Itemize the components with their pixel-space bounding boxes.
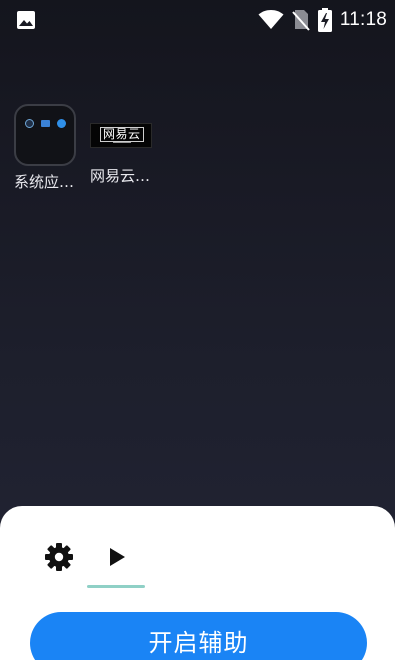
tab-play[interactable] [100, 540, 134, 574]
app-label: 系统应… [14, 173, 75, 191]
logo-underline [113, 142, 131, 143]
gear-icon [45, 543, 73, 571]
netease-cloud-icon: 网易云 [90, 123, 152, 148]
app-label: 网易云… [90, 167, 151, 185]
wifi-icon [258, 10, 284, 30]
clock-time: 11:18 [339, 9, 387, 30]
assist-bottom-panel: 开启辅助 [0, 506, 395, 660]
folder-icon [14, 104, 76, 166]
tab-settings[interactable] [42, 540, 76, 574]
no-sim-icon [292, 9, 310, 31]
app-system-folder[interactable]: 系统应… [14, 100, 86, 192]
image-notification-icon [16, 10, 36, 30]
enable-assist-button[interactable]: 开启辅助 [30, 612, 367, 660]
settings-mini-icon [25, 119, 34, 128]
tab-indicator [87, 585, 145, 588]
browser-mini-icon [57, 119, 66, 128]
status-icons: 11:18 [258, 6, 387, 34]
message-mini-icon [41, 120, 50, 127]
status-bar: 11:18 [0, 0, 395, 40]
netease-logo-text: 网易云 [100, 127, 144, 142]
battery-charging-icon [317, 8, 332, 32]
app-netease-cloud[interactable]: 网易云 网易云… [90, 100, 162, 186]
play-icon [110, 548, 125, 566]
